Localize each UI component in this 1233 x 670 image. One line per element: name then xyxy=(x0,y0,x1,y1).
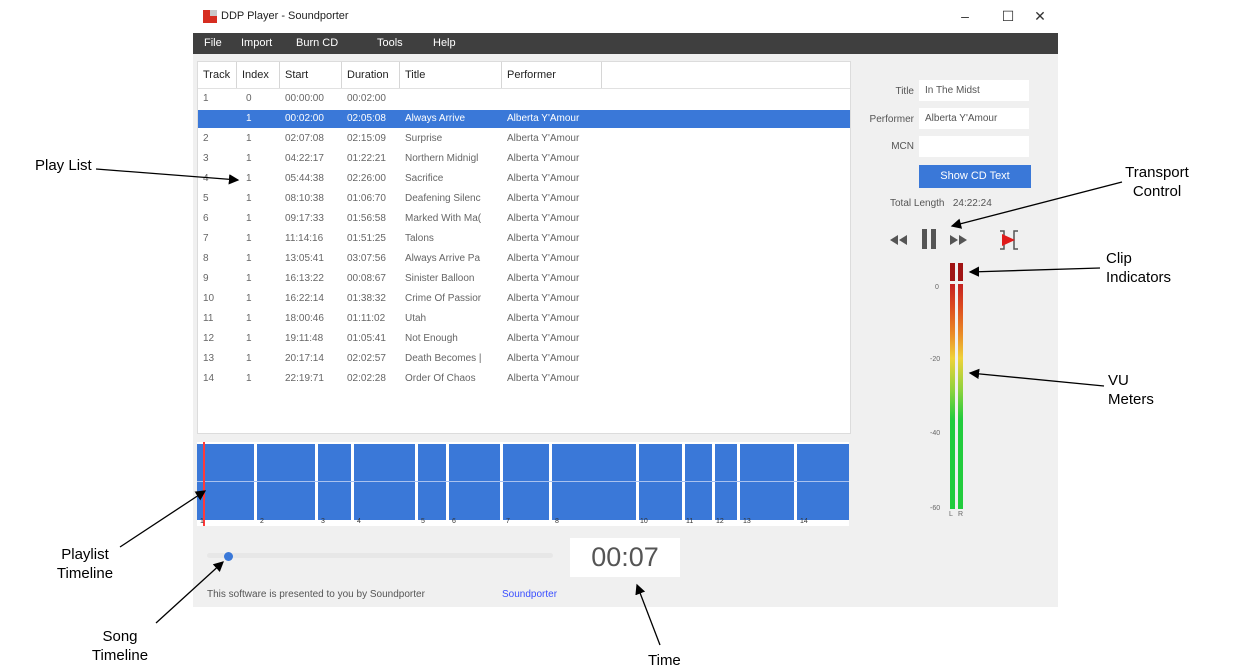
annotation-arrows xyxy=(95,168,1123,646)
arrow-clip xyxy=(968,266,1101,277)
arrow-vu xyxy=(968,368,1105,387)
arrow-time xyxy=(635,583,661,646)
arrow-play-list xyxy=(95,168,240,185)
arrow-song-timeline xyxy=(155,561,224,624)
arrow-playlist-timeline xyxy=(119,490,207,548)
arrow-transport xyxy=(950,181,1123,229)
